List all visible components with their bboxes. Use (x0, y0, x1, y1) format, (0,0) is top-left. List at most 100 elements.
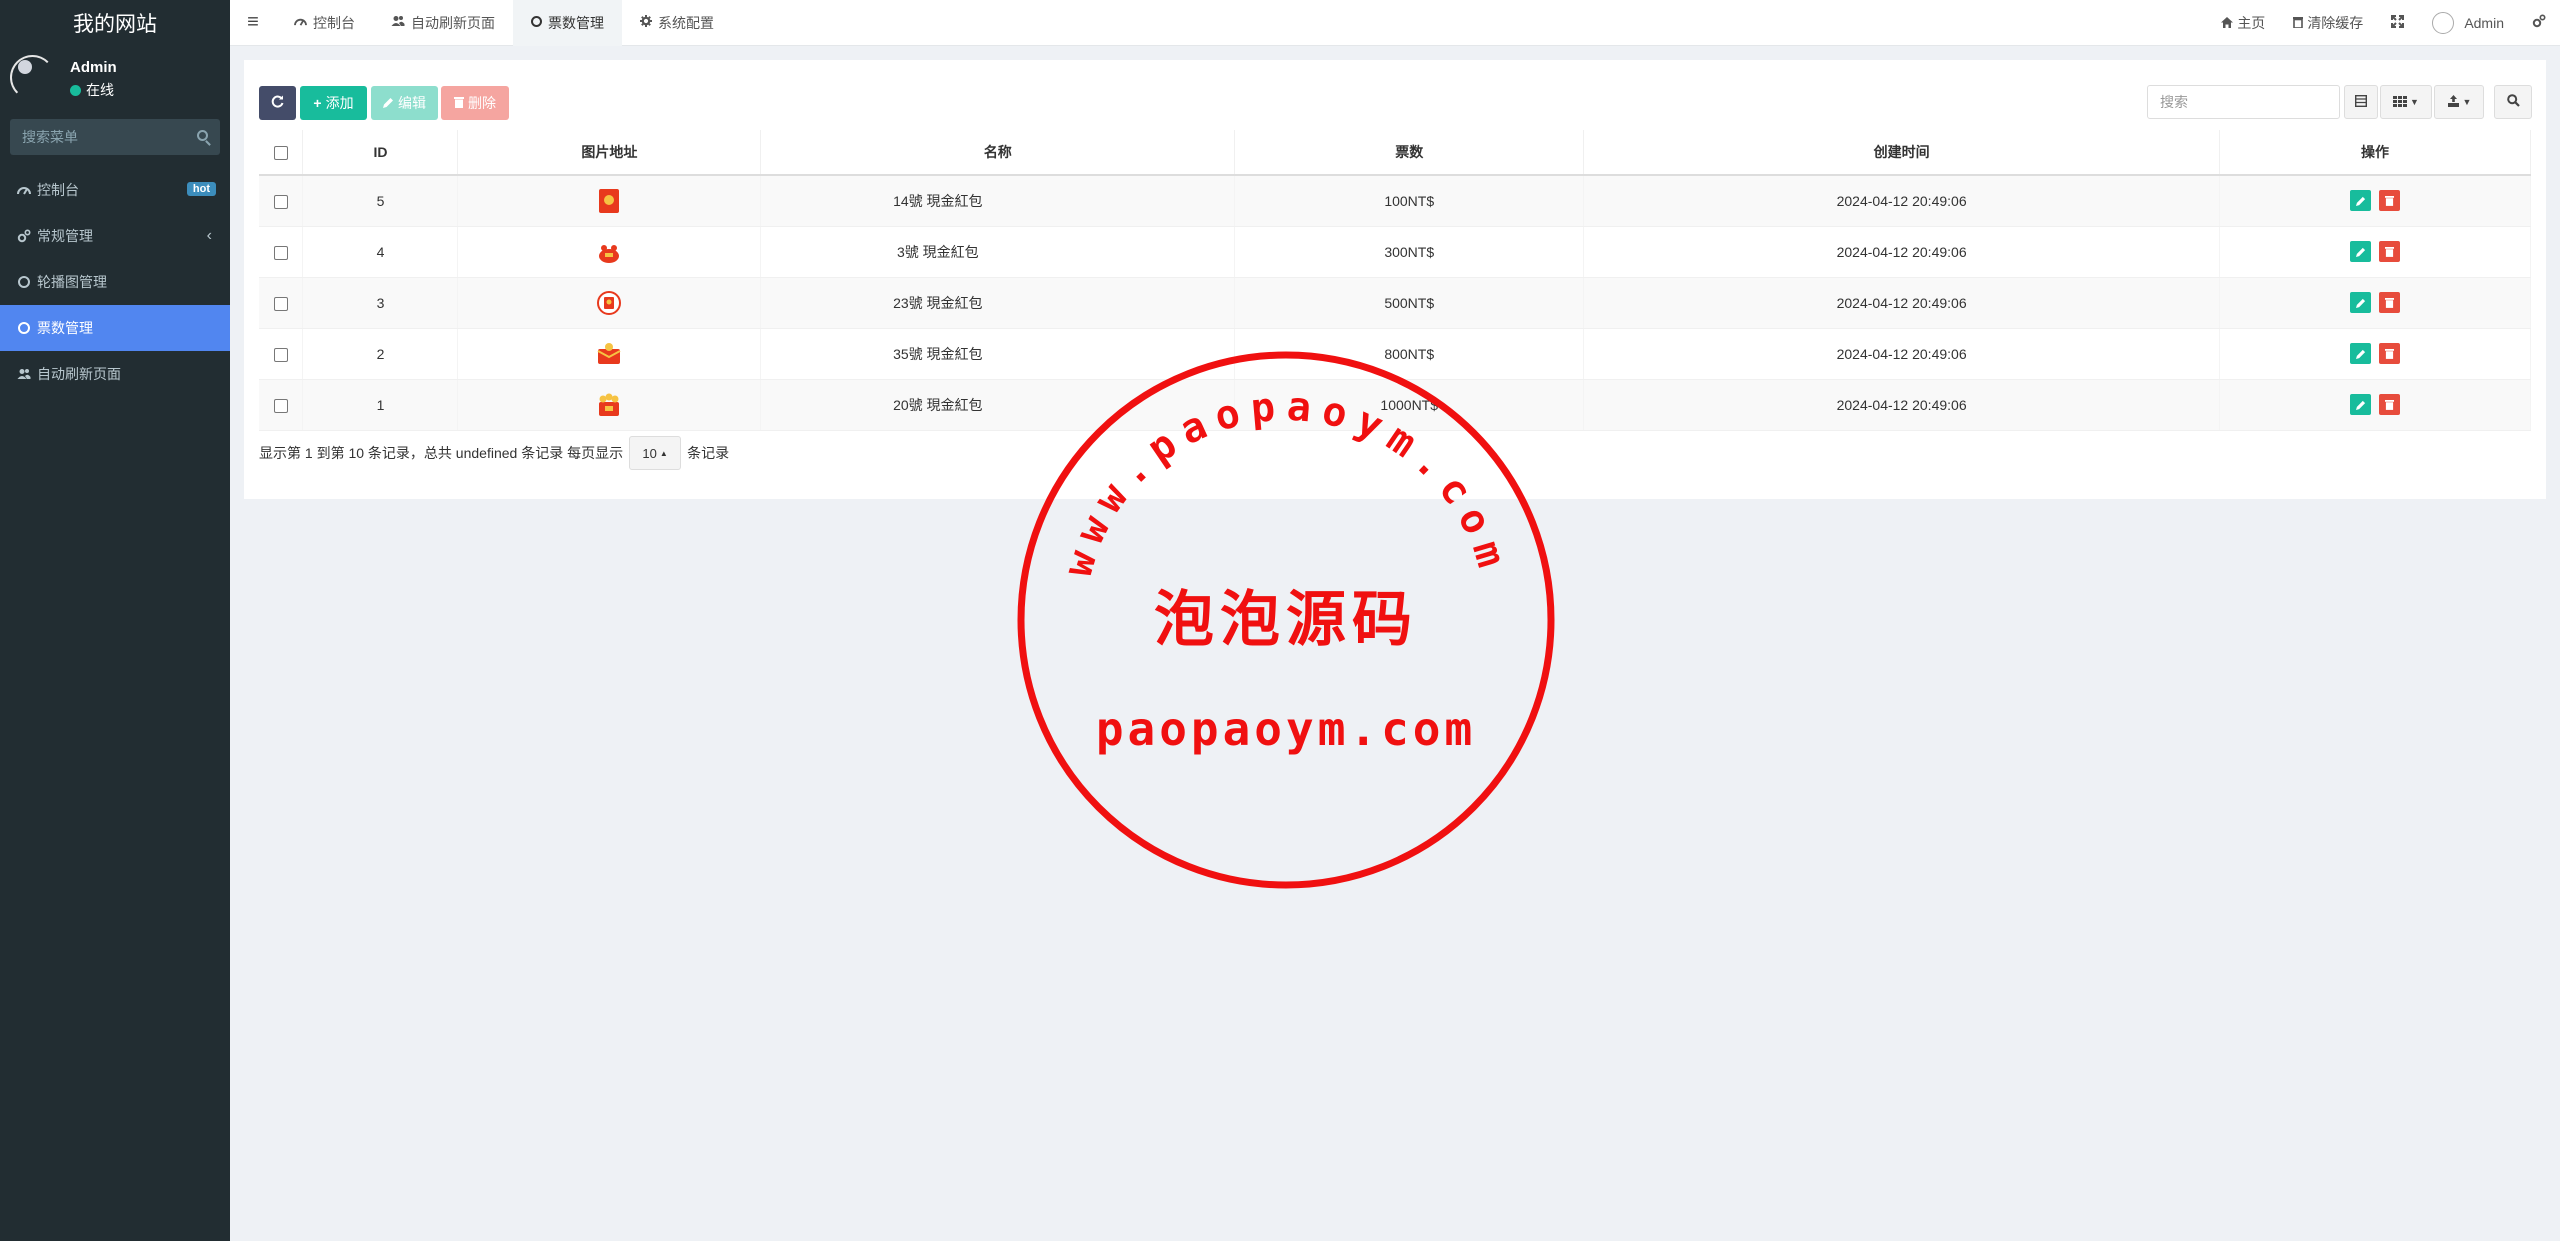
toggle-view-button[interactable] (2344, 85, 2378, 119)
row-edit-button[interactable] (2350, 190, 2372, 212)
site-title: 我的网站 (73, 12, 157, 36)
site-logo[interactable]: 我的网站 (0, 0, 230, 45)
hot-badge: hot (186, 182, 216, 196)
sidebar-item-general[interactable]: 常规管理 ‹ (0, 213, 230, 259)
cell-image (457, 175, 762, 227)
edit-label: 编辑 (398, 95, 426, 111)
tab-autorefresh[interactable]: 自动刷新页面 (373, 0, 513, 46)
cell-image (457, 277, 762, 329)
votes-panel: + 添加 编辑 删除 搜索 ▼ ▼ ID 图片地址 名称 票数 创建时间 操作 … (244, 60, 2546, 499)
cell-image (457, 226, 762, 278)
cell-actions (2219, 379, 2531, 431)
row-checkbox[interactable] (273, 245, 288, 260)
red-envelope-thumbnail[interactable] (596, 290, 622, 316)
tab-dashboard[interactable]: 控制台 (276, 0, 373, 46)
row-checkbox[interactable] (273, 194, 288, 209)
table-icon (2354, 94, 2368, 110)
row-checkbox[interactable] (273, 296, 288, 311)
add-label: 添加 (325, 95, 354, 111)
settings-button[interactable] (2518, 0, 2560, 46)
main-content: + 添加 编辑 删除 搜索 ▼ ▼ ID 图片地址 名称 票数 创建时间 操作 … (230, 46, 2560, 1241)
home-link[interactable]: 主页 (2207, 0, 2279, 46)
trash-icon (454, 95, 464, 111)
column-header-id[interactable]: ID (302, 130, 459, 176)
delete-label: 删除 (468, 95, 496, 111)
sidebar-item-carousel[interactable]: 轮播图管理 (0, 259, 230, 305)
dashboard-icon (17, 183, 31, 197)
refresh-icon (271, 95, 284, 111)
row-checkbox[interactable] (273, 398, 288, 413)
clear-cache-link[interactable]: 清除缓存 (2279, 0, 2377, 46)
column-header-image[interactable]: 图片地址 (457, 130, 762, 176)
user-panel: Admin 在线 (0, 45, 230, 105)
columns-dropdown-button[interactable]: ▼ (2380, 85, 2432, 119)
row-edit-button[interactable] (2350, 394, 2372, 415)
dashboard-icon (294, 15, 307, 30)
column-header-created[interactable]: 创建时间 (1583, 130, 2221, 176)
avatar (2432, 11, 2455, 34)
red-envelope-thumbnail[interactable] (596, 392, 622, 418)
row-delete-button[interactable] (2378, 241, 2400, 262)
pagination-summary: 显示第 1 到第 10 条记录，总共 undefined 条记录 每页显示 (259, 445, 624, 461)
row-checkbox[interactable] (273, 347, 288, 362)
sidebar-item-autorefresh[interactable]: 自动刷新页面 (0, 351, 230, 397)
row-edit-button[interactable] (2350, 343, 2372, 364)
delete-button[interactable]: 删除 (441, 86, 509, 120)
column-header-votes[interactable]: 票数 (1234, 130, 1585, 176)
add-button[interactable]: + 添加 (300, 86, 367, 120)
sidebar-search-input[interactable] (10, 119, 220, 155)
edit-button[interactable]: 编辑 (371, 86, 438, 120)
cell-created: 2024-04-12 20:49:06 (1583, 226, 2221, 278)
tab-system-config[interactable]: 系统配置 (622, 0, 732, 46)
cell-id: 2 (302, 328, 459, 380)
top-header: ≡ 控制台 自动刷新页面 票数管理 系统配置 主页 清除缓存 Admin (230, 0, 2560, 46)
select-all-cell (259, 130, 304, 176)
cell-created: 2024-04-12 20:49:06 (1583, 379, 2221, 431)
row-edit-button[interactable] (2350, 241, 2372, 262)
menu-toggle-icon[interactable]: ≡ (230, 0, 276, 46)
red-envelope-thumbnail[interactable] (596, 188, 622, 214)
row-edit-button[interactable] (2350, 292, 2372, 313)
tab-votes[interactable]: 票数管理 (513, 0, 622, 46)
cell-actions (2219, 277, 2531, 329)
grid-icon (2393, 95, 2408, 110)
red-envelope-thumbnail[interactable] (596, 239, 622, 265)
circle-icon (17, 321, 31, 335)
trash-icon (2293, 15, 2304, 31)
page-size-dropdown[interactable]: 10 ▲ (629, 436, 682, 470)
export-dropdown-button[interactable]: ▼ (2434, 85, 2484, 119)
home-label: 主页 (2237, 14, 2266, 31)
refresh-button[interactable] (259, 86, 296, 120)
fullscreen-button[interactable] (2377, 0, 2418, 46)
search-icon[interactable] (197, 130, 208, 141)
sidebar-item-dashboard[interactable]: 控制台 hot (0, 167, 230, 213)
pencil-icon (383, 95, 394, 111)
row-delete-button[interactable] (2378, 190, 2400, 212)
cell-id: 4 (302, 226, 459, 278)
tab-label: 自动刷新页面 (411, 14, 495, 31)
cell-votes: 500NT$ (1234, 277, 1585, 329)
cell-image (457, 328, 762, 380)
cell-name: 20號 現金紅包 (760, 379, 1236, 431)
avatar (10, 55, 55, 100)
caret-down-icon: ▼ (2410, 97, 2419, 107)
pagination-suffix: 条记录 (687, 445, 730, 461)
red-envelope-thumbnail[interactable] (596, 341, 622, 367)
select-all-checkbox[interactable] (273, 146, 288, 161)
sidebar-item-votes[interactable]: 票数管理 (0, 305, 230, 351)
row-delete-button[interactable] (2378, 292, 2400, 313)
sidebar-item-label: 票数管理 (37, 320, 93, 336)
row-delete-button[interactable] (2378, 394, 2400, 415)
table-search-input[interactable] (2147, 85, 2340, 119)
column-header-name[interactable]: 名称 (760, 130, 1236, 176)
cell-votes: 1000NT$ (1234, 379, 1585, 431)
user-status: 在线 (70, 80, 114, 100)
cell-name: 23號 現金紅包 (760, 277, 1236, 329)
advanced-search-button[interactable] (2494, 85, 2532, 119)
table-row: 2 35號 現金紅包 800NT$ 2024-04-12 20:49:06 (259, 328, 2531, 380)
row-delete-button[interactable] (2378, 343, 2400, 364)
admin-menu[interactable]: Admin (2418, 0, 2518, 46)
cell-created: 2024-04-12 20:49:06 (1583, 175, 2221, 227)
sidebar-item-label: 常规管理 (37, 228, 93, 244)
admin-label: Admin (2464, 14, 2504, 31)
